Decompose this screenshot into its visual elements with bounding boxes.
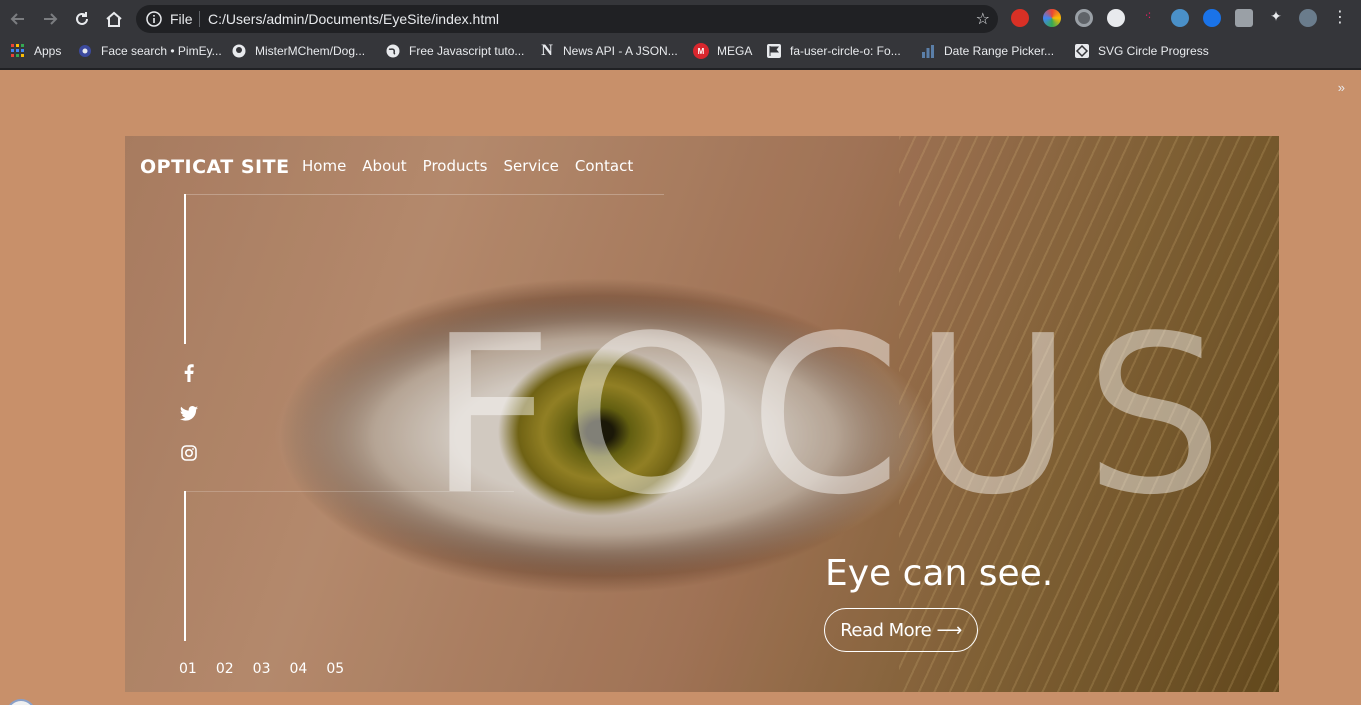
floating-widget-icon[interactable] [6,699,36,705]
hero-focus-word: FOCUS [428,290,1236,543]
page-number[interactable]: 01 [179,661,197,677]
hero-tagline: Eye can see. [825,553,1054,594]
info-icon[interactable] [146,11,162,27]
bar-chart-icon [920,43,936,59]
copyright-extension-icon[interactable] [1107,9,1125,27]
bookmark-mega[interactable]: M MEGA [693,42,752,60]
omnibox-divider [199,11,200,27]
main-nav: Home About Products Service Contact [302,157,633,175]
extensions-puzzle-icon[interactable]: ✦ [1267,9,1285,27]
bookmark-fontawesome[interactable]: fa-user-circle-o: Fo... [766,42,901,60]
nav-link-products[interactable]: Products [423,157,488,175]
circle-extension-icon[interactable] [1075,9,1093,27]
nav-link-about[interactable]: About [362,157,406,175]
address-bar[interactable]: File C:/Users/admin/Documents/EyeSite/in… [136,5,998,33]
bookmark-label: Free Javascript tuto... [409,44,525,58]
bookmark-github[interactable]: MisterMChem/Dog... [231,42,365,60]
url-text[interactable]: C:/Users/admin/Documents/EyeSite/index.h… [208,11,499,27]
bookmark-pimeyes[interactable]: Face search • PimEy... [77,42,222,60]
apps-grid-icon [10,43,26,59]
bookmark-apps[interactable]: Apps [10,42,61,60]
bookmark-daterangepicker[interactable]: Date Range Picker... [920,42,1054,60]
bookmark-label: Apps [34,44,62,58]
chrome-divider [0,68,1361,70]
h-extension-icon[interactable] [1203,9,1221,27]
graph-extension-icon[interactable]: ⁖ [1139,9,1157,27]
vertical-rule-top [184,194,186,344]
nav-link-contact[interactable]: Contact [575,157,633,175]
newsapi-icon: N [541,42,553,59]
nav-link-home[interactable]: Home [302,157,346,175]
nav-link-service[interactable]: Service [503,157,558,175]
read-more-button[interactable]: Read More ⟶ [824,608,978,652]
menu-kebab-icon[interactable]: ⋮ [1331,9,1349,27]
page-number[interactable]: 05 [326,661,344,677]
vertical-rule-bottom [184,491,186,641]
browser-toolbar: File C:/Users/admin/Documents/EyeSite/in… [0,0,1361,38]
r-extension-icon[interactable] [1235,9,1253,27]
bookmark-label: SVG Circle Progress [1098,44,1209,58]
home-icon[interactable] [102,7,126,31]
bookmark-label: MisterMChem/Dog... [255,44,366,58]
forward-icon[interactable] [38,7,62,31]
globe-icon [385,43,401,59]
twitter-icon[interactable] [180,404,198,422]
reload-icon[interactable] [70,7,94,31]
svg-icon [1074,43,1090,59]
page-number[interactable]: 02 [216,661,234,677]
instagram-icon[interactable] [180,444,198,462]
pimeyes-icon [77,43,93,59]
bookmark-label: Date Range Picker... [944,44,1055,58]
color-picker-extension-icon[interactable] [1043,9,1061,27]
bookmark-label: News API - A JSON... [563,44,678,58]
bookmarks-bar: Apps Face search • PimEy... MisterMChem/… [0,38,1361,95]
fontawesome-flag-icon [766,43,782,59]
back-icon[interactable] [6,7,30,31]
moon-extension-icon[interactable] [1171,9,1189,27]
bookmark-label: MEGA [717,44,753,58]
site-logo[interactable]: OPTICAT SITE [140,156,290,178]
scheme-label: File [170,11,193,27]
page-number[interactable]: 03 [253,661,271,677]
page-number[interactable]: 04 [289,661,307,677]
bookmark-label: fa-user-circle-o: Fo... [790,44,901,58]
browser-chrome: File C:/Users/admin/Documents/EyeSite/in… [0,0,1361,95]
github-icon [231,43,247,59]
adblock-extension-icon[interactable] [1011,9,1029,27]
bookmarks-overflow-button[interactable]: » [1338,80,1345,95]
bookmark-javascript[interactable]: Free Javascript tuto... [385,42,524,60]
profile-avatar[interactable] [1299,9,1317,27]
facebook-icon[interactable] [180,364,198,382]
slide-pagination: 01 02 03 04 05 [179,661,344,677]
bookmark-label: Face search • PimEy... [101,44,222,58]
bookmark-star-icon[interactable]: ☆ [976,9,990,28]
hero-section: OPTICAT SITE Home About Products Service… [125,136,1279,692]
bookmark-svgprogress[interactable]: SVG Circle Progress [1074,42,1209,60]
mega-icon: M [693,43,709,59]
nav-underline-divider [184,194,664,195]
bookmark-newsapi[interactable]: N News API - A JSON... [539,42,678,60]
